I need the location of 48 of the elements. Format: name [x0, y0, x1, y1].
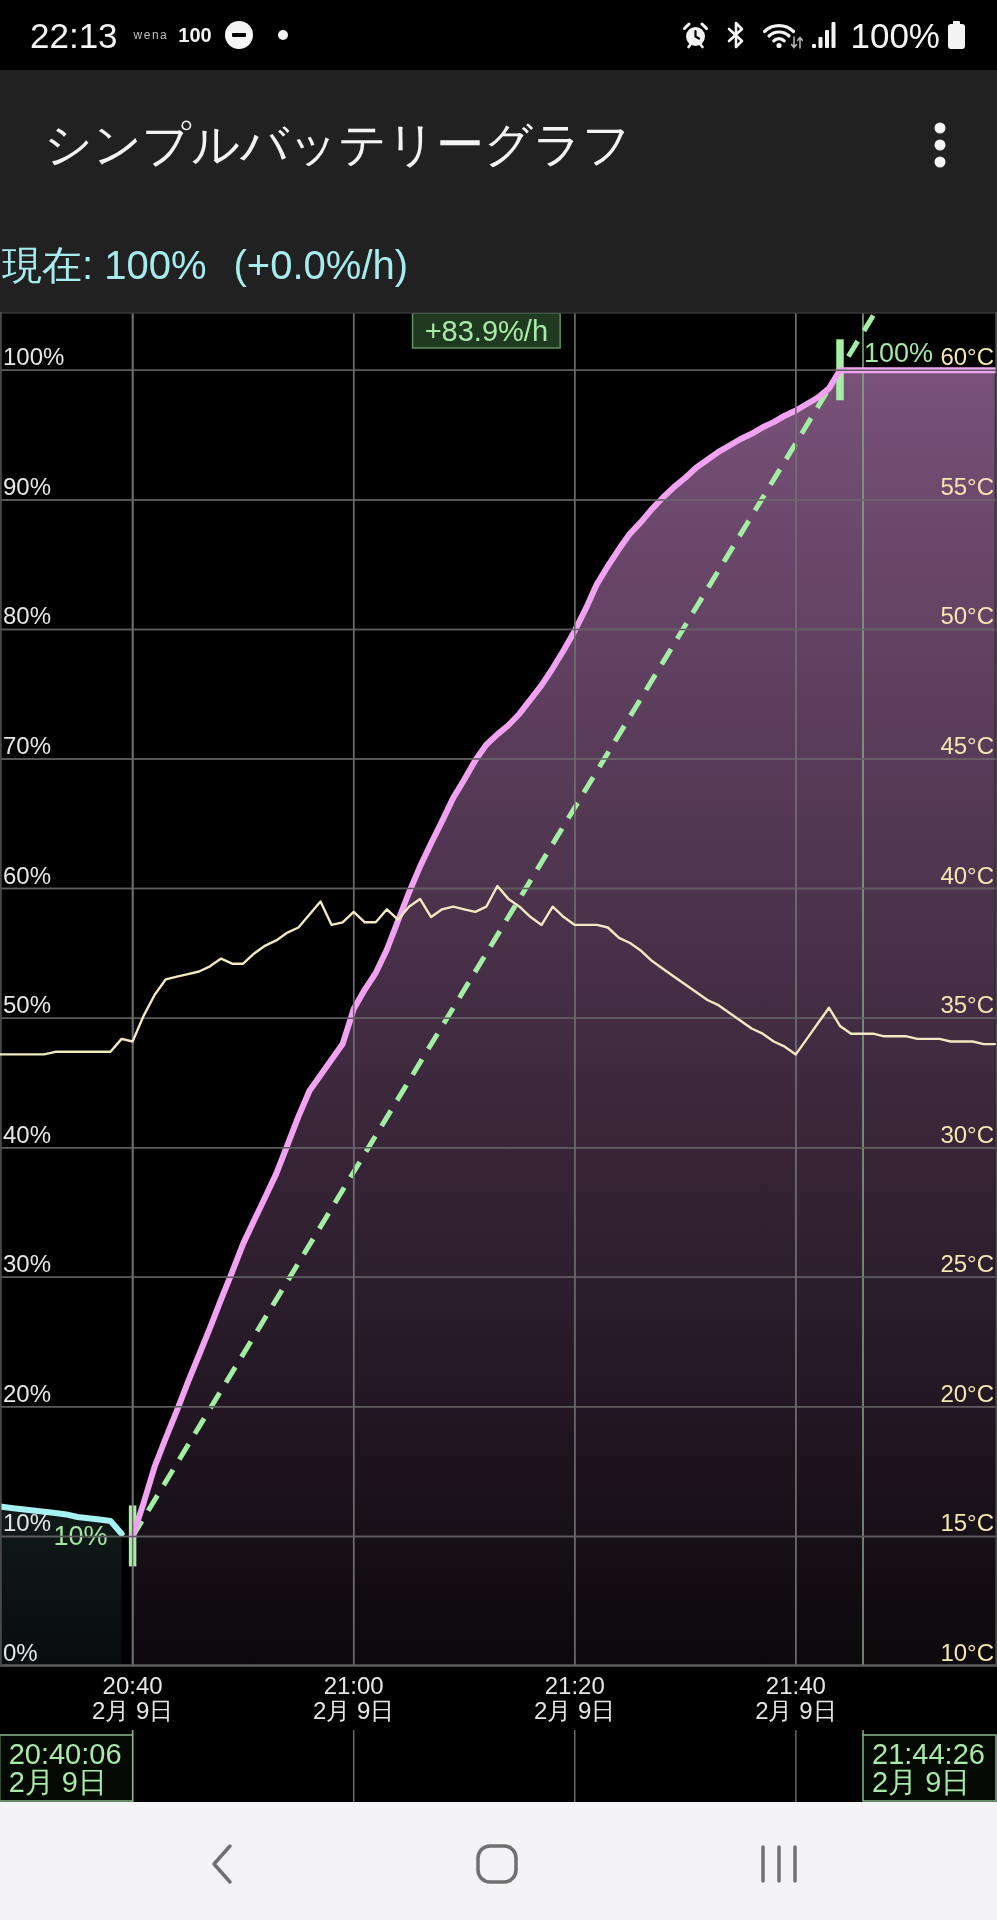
- axis-label: 10°C: [940, 1639, 994, 1666]
- axis-label: 25°C: [940, 1250, 994, 1278]
- marker-label: 100%: [864, 338, 934, 369]
- notification-dot-icon: [277, 30, 288, 40]
- axis-label: 50%: [3, 991, 52, 1019]
- axis-label: 21:00 2月 9日: [313, 1672, 395, 1724]
- status-time: 22:13: [30, 17, 118, 53]
- axis-label: 15°C: [940, 1509, 994, 1537]
- axis-label: 45°C: [940, 732, 994, 759]
- timestamp-tag: 21:44:26 2月 9日: [862, 1734, 997, 1802]
- notification-count: 100: [178, 25, 212, 45]
- alarm-clock-icon: [682, 21, 710, 49]
- axis-label: 40°C: [940, 861, 994, 889]
- axis-label: 70%: [3, 732, 52, 759]
- back-icon[interactable]: [210, 1843, 234, 1885]
- axis-label: 30°C: [940, 1120, 994, 1148]
- axis-label: 30%: [3, 1250, 52, 1278]
- app-title: シンプルバッテリーグラフ: [44, 117, 631, 173]
- recent-apps-icon[interactable]: [760, 1844, 798, 1884]
- axis-label: 60°C: [940, 343, 994, 371]
- axis-label: 20%: [3, 1379, 52, 1407]
- signal-icon: [812, 22, 837, 48]
- axis-label: 50°C: [940, 602, 994, 630]
- axis-label: 21:20 2月 9日: [534, 1672, 616, 1724]
- axis-label: 60%: [3, 861, 52, 889]
- axis-label: 90%: [3, 472, 52, 500]
- axis-label: 55°C: [940, 472, 994, 500]
- axis-label: 100%: [3, 343, 65, 371]
- axis-label: 20:40 2月 9日: [91, 1672, 174, 1724]
- notification-label: wena: [133, 29, 169, 41]
- home-icon[interactable]: [476, 1844, 518, 1884]
- wifi-icon: [763, 21, 804, 49]
- axis-label: 10%: [3, 1509, 52, 1537]
- current-level-text: 現在: 100%: [2, 242, 207, 289]
- battery-icon: [947, 21, 966, 49]
- axis-label: 20°C: [940, 1379, 994, 1407]
- rate-text: (+0.0%/h): [233, 242, 409, 289]
- do-not-disturb-icon: [224, 21, 253, 49]
- battery-percent: 100%: [850, 17, 940, 53]
- marker-bar: [836, 339, 844, 401]
- axis-label: 40%: [3, 1120, 52, 1148]
- rate-tag: +83.9%/h: [411, 312, 561, 349]
- overflow-menu-icon[interactable]: [934, 122, 946, 168]
- timestamp-tag: 20:40:06 2月 9日: [0, 1734, 134, 1802]
- axis-label: 0%: [3, 1639, 38, 1666]
- axis-label: 35°C: [940, 991, 994, 1019]
- axis-label: 21:40 2月 9日: [755, 1672, 837, 1724]
- axis-label: 80%: [3, 602, 52, 630]
